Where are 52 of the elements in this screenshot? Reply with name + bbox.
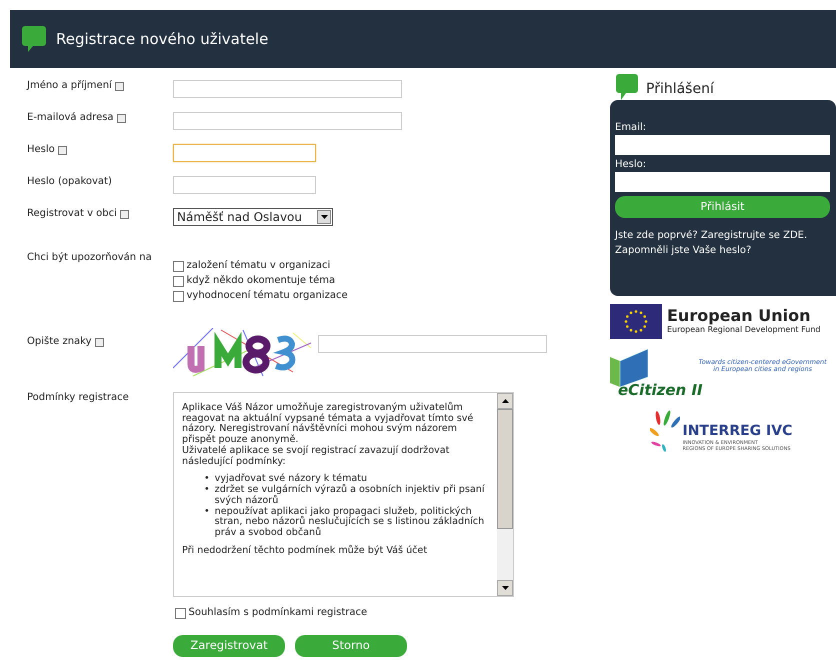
- bullet-marker: •: [204, 485, 210, 498]
- logo-title: INTERREG IVC: [682, 424, 792, 440]
- logo-title: European Union: [667, 306, 812, 324]
- terms-paragraph: Při nedodržení těchto podmínek může být Váš účet: [182, 546, 428, 557]
- field-label: Heslo:: [615, 158, 648, 172]
- info-icon[interactable]: [58, 146, 67, 154]
- field-label: Chci být upozorňován na: [27, 252, 152, 264]
- info-icon[interactable]: [120, 210, 129, 218]
- scroll-down-icon[interactable]: [497, 580, 513, 596]
- terms-textarea[interactable]: [173, 392, 514, 597]
- field-label: Jméno a příjmení: [27, 80, 112, 92]
- logo-title: eCitizen II: [618, 380, 703, 401]
- login-title: Přihlášení: [646, 80, 714, 99]
- terms-bullet: nepoužívat aplikaci jako propagaci služeb, politických stran, nebo názorů neslučujících se s listinou základních práv a svobod občanů: [214, 506, 486, 539]
- eu-flag-icon: [610, 304, 662, 339]
- page-title: Registrace nového uživatele: [56, 28, 268, 50]
- speech-bubble-icon: [616, 74, 638, 100]
- info-icon[interactable]: [94, 338, 104, 346]
- text-input[interactable]: [173, 80, 402, 98]
- notification-checkbox[interactable]: když někdo okomentuje téma: [173, 275, 348, 287]
- scrollbar-thumb[interactable]: [497, 409, 513, 529]
- field-label: Email:: [615, 121, 648, 135]
- scrollbar[interactable]: [497, 393, 513, 596]
- field-label: Opište znaky: [27, 336, 92, 348]
- text-input[interactable]: [173, 144, 316, 162]
- bullet-marker: •: [204, 506, 210, 519]
- field-label: Registrovat v obci: [27, 208, 117, 220]
- field-label: Heslo (opakovat): [27, 176, 112, 188]
- captcha-input[interactable]: [318, 335, 547, 353]
- terms-paragraph: Aplikace Váš Názor umožňuje zaregistrovaným uživatelům reagovat na aktuální vypsané témata a vyjadřovat tímto své názory. Neregistrovaní návštěvníci mohou svým názorem přispět pouze anonymě.: [182, 403, 474, 446]
- email-input[interactable]: [615, 135, 830, 155]
- login-link[interactable]: Zapomněli jste Vaše heslo?: [615, 245, 752, 256]
- info-icon[interactable]: [114, 82, 124, 90]
- notification-checkbox[interactable]: vyhodnocení tématu organizace: [173, 290, 348, 302]
- password-input[interactable]: [615, 172, 830, 192]
- municipality-dropdown[interactable]: Náměšť nad Oslavou: [173, 208, 333, 226]
- speech-bubble-icon: [22, 26, 46, 52]
- text-input[interactable]: [173, 176, 316, 194]
- notification-checkbox[interactable]: založení tématu v organizaci: [173, 260, 348, 272]
- field-label: Heslo: [27, 144, 55, 156]
- bullet-marker: •: [204, 474, 210, 486]
- agree-checkbox[interactable]: Souhlasím s podmínkami registrace: [175, 607, 514, 619]
- login-link[interactable]: Jste zde poprvé? Zaregistrujte se ZDE.: [615, 230, 808, 241]
- field-label: E-mailová adresa: [27, 112, 114, 124]
- terms-bullet: vyjadřovat své názory k tématu: [214, 474, 368, 484]
- logo-subtitle: European Regional Development Fund: [667, 324, 820, 336]
- scroll-up-icon[interactable]: [497, 393, 513, 409]
- field-label: Podmínky registrace: [27, 392, 129, 404]
- color-rays-icon: [650, 410, 680, 452]
- info-icon[interactable]: [116, 114, 126, 122]
- text-input[interactable]: [173, 112, 402, 130]
- terms-paragraph: Uživatelé aplikace se svojí registrací zavazují dodržovat následující podmínky:: [182, 446, 450, 468]
